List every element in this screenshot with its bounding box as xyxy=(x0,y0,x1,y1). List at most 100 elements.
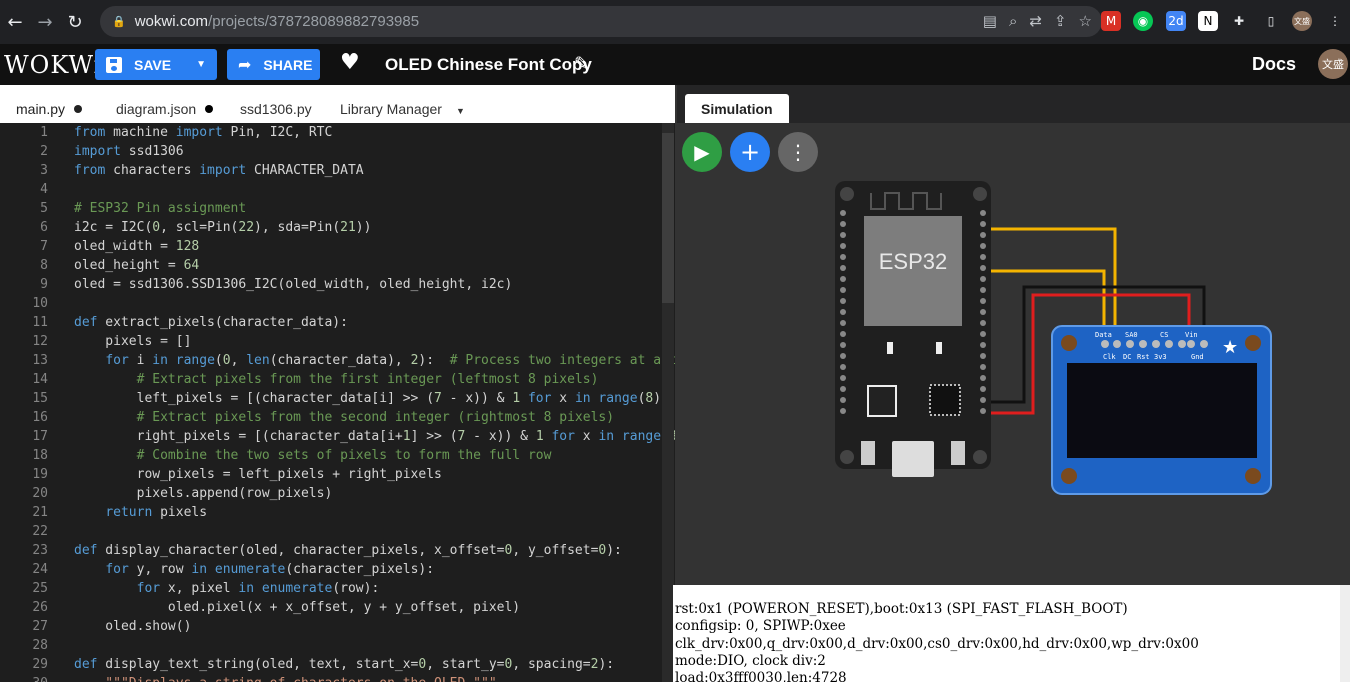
code-line[interactable]: 12 pixels = [] xyxy=(0,332,675,351)
code-line[interactable]: 17 right_pixels = [(character_data[i+1] … xyxy=(0,427,675,446)
code-text[interactable]: right_pixels = [(character_data[i+1] >> … xyxy=(74,427,675,446)
code-line[interactable]: 29 def display_text_string(oled, text, st… xyxy=(0,655,675,674)
translate-icon[interactable]: ⇄ xyxy=(1029,12,1042,30)
code-line[interactable]: 5 # ESP32 Pin assignment xyxy=(0,199,675,218)
address-bar[interactable]: 🔒 wokwi.com/projects/378728089882793985 … xyxy=(100,6,1102,37)
line-extension-icon[interactable]: ◉ xyxy=(1133,11,1153,31)
code-line[interactable]: 28 xyxy=(0,636,675,655)
code-text[interactable]: from machine import Pin, I2C, RTC xyxy=(74,123,332,142)
code-line[interactable]: 25 for x, pixel in enumerate(row): xyxy=(0,579,675,598)
code-text[interactable]: left_pixels = [(character_data[i] >> (7 … xyxy=(74,389,669,408)
profile-avatar-icon[interactable]: 文盛 xyxy=(1292,11,1312,31)
chevron-down-icon[interactable]: ▼ xyxy=(456,106,465,116)
docs-link[interactable]: Docs xyxy=(1252,54,1296,75)
code-text[interactable]: # ESP32 Pin assignment xyxy=(74,199,246,218)
reload-icon[interactable]: ↻ xyxy=(60,7,90,37)
wokwi-logo[interactable]: WOKWi xyxy=(4,51,101,79)
code-text[interactable]: def extract_pixels(character_data): xyxy=(74,313,348,332)
kebab-menu-icon[interactable]: ⋮ xyxy=(1325,11,1345,31)
app-toolbar: WOKWi SAVE ▼ ➦ SHARE ♥ OLED Chinese Font… xyxy=(0,44,1350,85)
share-page-icon[interactable]: ⇪ xyxy=(1054,12,1067,30)
side-panel-icon[interactable]: ▯ xyxy=(1261,11,1281,31)
code-text[interactable]: def display_character(oled, character_pi… xyxy=(74,541,622,560)
code-text[interactable]: for y, row in enumerate(character_pixels… xyxy=(74,560,434,579)
serial-monitor[interactable]: rst:0x1 (POWERON_RESET),boot:0x13 (SPI_F… xyxy=(673,585,1350,682)
code-text[interactable]: oled.show() xyxy=(74,617,191,636)
esp32-board[interactable]: ESP32 xyxy=(835,181,991,477)
pin-label-bottom: DC xyxy=(1123,353,1131,361)
circuit-diagram[interactable]: ESP32 ★ Data SA0 CS Vin Clk DC Rst 3v3 G… xyxy=(677,123,1350,585)
code-line[interactable]: 16 # Extract pixels from the second inte… xyxy=(0,408,675,427)
code-text[interactable]: oled.pixel(x + x_offset, y + y_offset, p… xyxy=(74,598,520,617)
code-line[interactable]: 18 # Combine the two sets of pixels to f… xyxy=(0,446,675,465)
code-line[interactable]: 11 def extract_pixels(character_data): xyxy=(0,313,675,332)
simulation-canvas[interactable]: ▶ + ⋮ ESP32 ★ Data SA0 CS Vin Clk DC Rst… xyxy=(677,123,1350,585)
code-line[interactable]: 21 return pixels xyxy=(0,503,675,522)
tab-ssd1306-py[interactable]: ssd1306.py xyxy=(226,94,326,123)
code-line[interactable]: 14 # Extract pixels from the first integ… xyxy=(0,370,675,389)
code-line[interactable]: 4 xyxy=(0,180,675,199)
code-line[interactable]: 22 xyxy=(0,522,675,541)
code-text[interactable]: """Displays a string of characters on th… xyxy=(74,674,496,682)
notion-extension-icon[interactable]: N xyxy=(1198,11,1218,31)
code-text[interactable]: def display_text_string(oled, text, star… xyxy=(74,655,614,674)
code-editor[interactable]: 1 from machine import Pin, I2C, RTC 2 impor… xyxy=(0,123,675,682)
calendar-extension-icon[interactable]: 2d xyxy=(1166,11,1186,31)
search-icon[interactable]: ⌕ xyxy=(1009,12,1017,30)
tab-library-manager[interactable]: Library Manager ▼ xyxy=(326,94,479,123)
code-line[interactable]: 9 oled = ssd1306.SSD1306_I2C(oled_width, … xyxy=(0,275,675,294)
code-text[interactable]: for i in range(0, len(character_data), 2… xyxy=(74,351,675,370)
code-line[interactable]: 13 for i in range(0, len(character_data)… xyxy=(0,351,675,370)
extensions-puzzle-icon[interactable]: ✚ xyxy=(1229,11,1249,31)
project-title[interactable]: OLED Chinese Font Copy xyxy=(385,55,592,75)
back-icon[interactable]: ← xyxy=(0,7,30,37)
code-text[interactable]: pixels = [] xyxy=(74,332,191,351)
code-line[interactable]: 26 oled.pixel(x + x_offset, y + y_offset… xyxy=(0,598,675,617)
pin-label-bottom: Clk xyxy=(1103,353,1116,361)
code-line[interactable]: 1 from machine import Pin, I2C, RTC xyxy=(0,123,675,142)
tab-main-py[interactable]: main.py xyxy=(2,94,97,123)
code-text[interactable]: i2c = I2C(0, scl=Pin(22), sda=Pin(21)) xyxy=(74,218,371,237)
code-lines[interactable]: 1 from machine import Pin, I2C, RTC 2 impor… xyxy=(0,123,675,682)
code-line[interactable]: 20 pixels.append(row_pixels) xyxy=(0,484,675,503)
code-line[interactable]: 10 xyxy=(0,294,675,313)
code-line[interactable]: 6 i2c = I2C(0, scl=Pin(22), sda=Pin(21)) xyxy=(0,218,675,237)
code-text[interactable]: oled_width = 128 xyxy=(74,237,199,256)
code-text[interactable]: return pixels xyxy=(74,503,207,522)
heart-icon[interactable]: ♥ xyxy=(340,50,360,75)
gmail-extension-icon[interactable]: M xyxy=(1101,11,1121,31)
code-line[interactable]: 19 row_pixels = left_pixels + right_pixe… xyxy=(0,465,675,484)
code-line[interactable]: 27 oled.show() xyxy=(0,617,675,636)
code-text[interactable]: # Extract pixels from the first integer … xyxy=(74,370,599,389)
code-text[interactable]: row_pixels = left_pixels + right_pixels xyxy=(74,465,442,484)
code-line[interactable]: 15 left_pixels = [(character_data[i] >> … xyxy=(0,389,675,408)
code-line[interactable]: 30 """Displays a string of characters on… xyxy=(0,674,675,682)
forward-icon[interactable]: → xyxy=(30,7,60,37)
oled-display[interactable]: ★ Data SA0 CS Vin Clk DC Rst 3v3 Gnd xyxy=(1051,325,1272,495)
clipboard-icon[interactable]: ▤ xyxy=(983,12,997,30)
tab-diagram-json[interactable]: diagram.json xyxy=(102,94,227,123)
code-line[interactable]: 24 for y, row in enumerate(character_pix… xyxy=(0,560,675,579)
serial-scrollbar[interactable] xyxy=(1340,585,1350,682)
code-line[interactable]: 23 def display_character(oled, character_… xyxy=(0,541,675,560)
save-button[interactable]: SAVE ▼ xyxy=(95,49,217,80)
code-text[interactable]: import ssd1306 xyxy=(74,142,184,161)
code-text[interactable]: pixels.append(row_pixels) xyxy=(74,484,333,503)
code-line[interactable]: 3 from characters import CHARACTER_DATA xyxy=(0,161,675,180)
editor-scrollbar-thumb[interactable] xyxy=(662,133,674,303)
tab-simulation[interactable]: Simulation xyxy=(685,94,789,123)
bookmark-star-icon[interactable]: ☆ xyxy=(1079,12,1092,30)
code-text[interactable]: # Combine the two sets of pixels to form… xyxy=(74,446,552,465)
code-line[interactable]: 8 oled_height = 64 xyxy=(0,256,675,275)
code-line[interactable]: 7 oled_width = 128 xyxy=(0,237,675,256)
share-button[interactable]: ➦ SHARE xyxy=(227,49,320,80)
code-text[interactable]: from characters import CHARACTER_DATA xyxy=(74,161,364,180)
code-text[interactable]: # Extract pixels from the second integer… xyxy=(74,408,614,427)
chevron-down-icon[interactable]: ▼ xyxy=(196,59,206,70)
pencil-edit-icon[interactable]: ✎ xyxy=(574,53,590,75)
code-line[interactable]: 2 import ssd1306 xyxy=(0,142,675,161)
code-text[interactable]: for x, pixel in enumerate(row): xyxy=(74,579,380,598)
user-avatar[interactable]: 文盛 xyxy=(1318,49,1348,79)
code-text[interactable]: oled = ssd1306.SSD1306_I2C(oled_width, o… xyxy=(74,275,512,294)
code-text[interactable]: oled_height = 64 xyxy=(74,256,199,275)
